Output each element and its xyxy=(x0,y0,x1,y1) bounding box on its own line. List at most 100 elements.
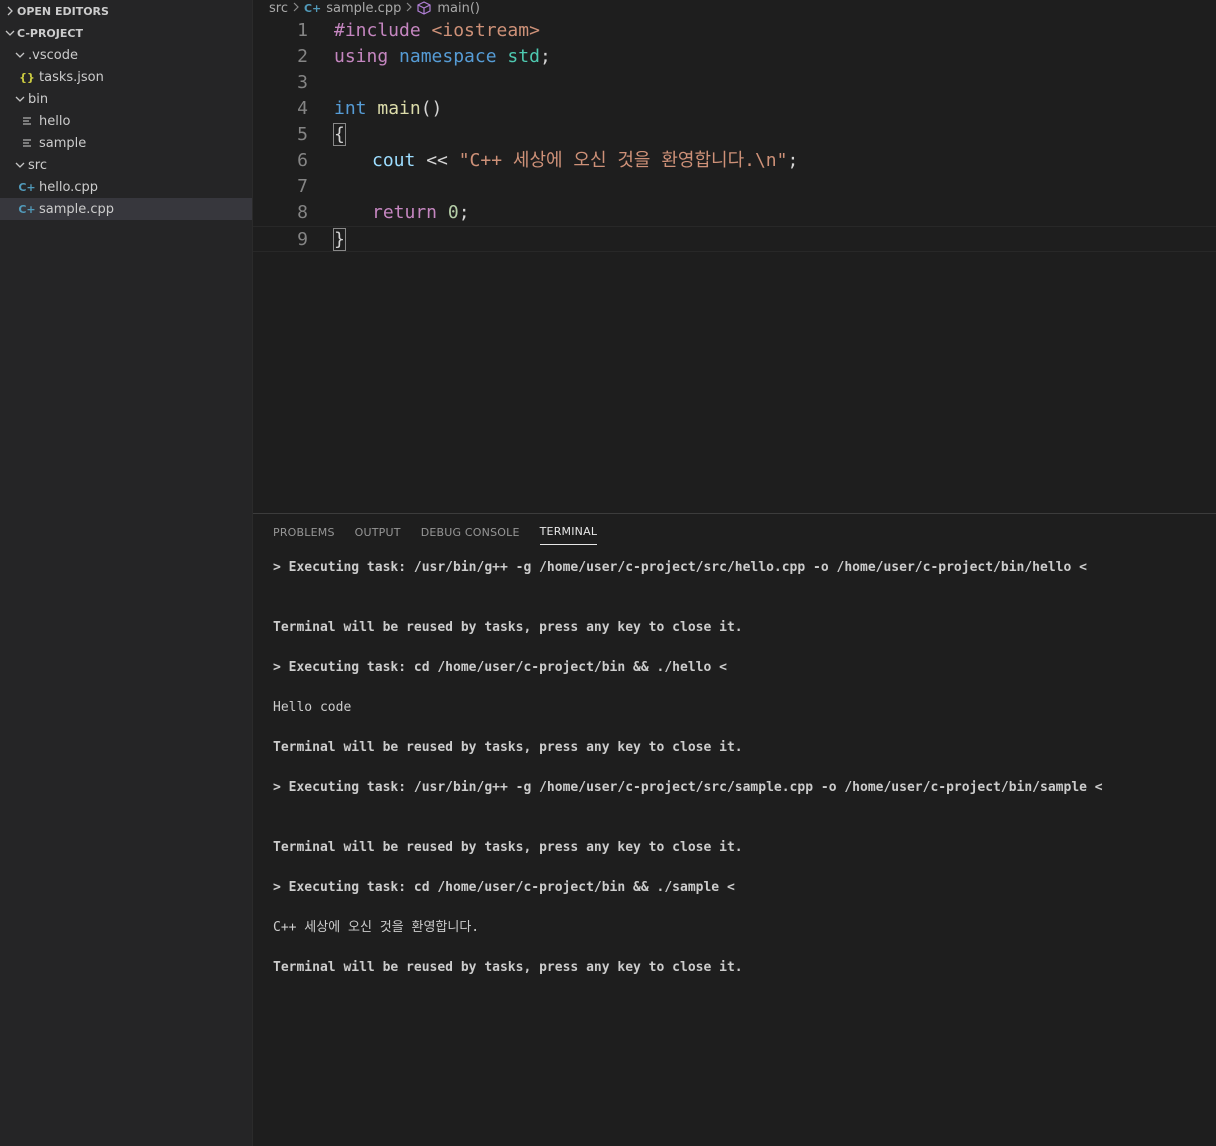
identifier: cout xyxy=(372,150,416,171)
terminal-line: Terminal will be reused by tasks, press … xyxy=(273,960,743,975)
punctuation: ; xyxy=(539,46,551,67)
line-number: 3 xyxy=(297,72,308,93)
line-number: 4 xyxy=(297,98,308,119)
terminal-line: C++ 세상에 오신 것을 환영합니다. xyxy=(273,920,480,935)
code-line: 3 xyxy=(253,70,1216,96)
chevron-down-icon xyxy=(3,29,17,37)
tree-label: bin xyxy=(28,91,49,107)
punctuation: ; xyxy=(458,202,470,223)
cpp-file-icon: C+ xyxy=(18,180,36,194)
line-number: 2 xyxy=(297,46,308,67)
breadcrumb: src C+ sample.cpp main() xyxy=(253,0,1216,16)
code-line: 1 #include <iostream> xyxy=(253,18,1216,44)
terminal-line: Hello code xyxy=(273,700,352,715)
breadcrumb-symbol[interactable]: main() xyxy=(437,1,480,16)
keyword: namespace xyxy=(399,46,497,67)
cpp-file-icon: C+ xyxy=(18,202,36,216)
operator: << xyxy=(415,150,459,171)
terminal-line: Terminal will be reused by tasks, press … xyxy=(273,740,743,755)
header-name: <iostream> xyxy=(420,20,540,41)
tree-file-tasks-json[interactable]: {} tasks.json xyxy=(0,66,252,88)
line-number: 6 xyxy=(297,150,308,171)
tree-file-hello[interactable]: hello xyxy=(0,110,252,132)
panel-tabs: PROBLEMS OUTPUT DEBUG CONSOLE TERMINAL xyxy=(253,514,1216,550)
tree-label: src xyxy=(28,157,47,173)
tab-problems[interactable]: PROBLEMS xyxy=(273,519,335,545)
cpp-file-icon: C+ xyxy=(303,1,322,15)
json-file-icon: {} xyxy=(19,70,35,84)
breadcrumb-folder[interactable]: src xyxy=(269,1,288,16)
tree-label: hello xyxy=(39,113,71,129)
bottom-panel: PROBLEMS OUTPUT DEBUG CONSOLE TERMINAL >… xyxy=(253,513,1216,1146)
terminal-line: > Executing task: /usr/bin/g++ -g /home/… xyxy=(273,780,1103,795)
number-literal: 0 xyxy=(447,202,459,223)
line-number: 8 xyxy=(297,202,308,223)
tree-file-hello-cpp[interactable]: C+ hello.cpp xyxy=(0,176,252,198)
function-name: main xyxy=(377,98,421,119)
tab-debug-console[interactable]: DEBUG CONSOLE xyxy=(421,519,520,545)
keyword: using xyxy=(334,46,389,67)
tree-file-sample-cpp[interactable]: C+ sample.cpp xyxy=(0,198,252,220)
terminal-line: > Executing task: cd /home/user/c-projec… xyxy=(273,880,735,895)
line-number: 7 xyxy=(297,176,308,197)
tab-terminal[interactable]: TERMINAL xyxy=(539,519,598,545)
chevron-down-icon xyxy=(12,161,28,169)
matching-brace: { xyxy=(333,123,346,146)
terminal-output[interactable]: > Executing task: /usr/bin/g++ -g /home/… xyxy=(273,558,1206,978)
terminal-line: > Executing task: /usr/bin/g++ -g /home/… xyxy=(273,560,1087,575)
open-editors-header[interactable]: OPEN EDITORS xyxy=(0,0,252,22)
tree-label: .vscode xyxy=(28,47,78,63)
type-keyword: int xyxy=(334,98,367,119)
keyword: return xyxy=(372,202,438,223)
tree-folder-bin[interactable]: bin xyxy=(0,88,252,110)
binary-file-icon xyxy=(18,138,36,148)
tree-file-sample[interactable]: sample xyxy=(0,132,252,154)
chevron-right-icon xyxy=(3,6,17,16)
code-line: 4 int main() xyxy=(253,96,1216,122)
chevron-down-icon xyxy=(12,51,28,59)
open-editors-label: OPEN EDITORS xyxy=(17,4,109,18)
breadcrumb-file[interactable]: sample.cpp xyxy=(326,1,401,16)
chevron-down-icon xyxy=(12,95,28,103)
tree-label: tasks.json xyxy=(39,69,104,85)
tab-output[interactable]: OUTPUT xyxy=(355,519,401,545)
tree-label: sample xyxy=(39,135,87,151)
method-cube-icon xyxy=(417,1,431,15)
code-editor[interactable]: 1 #include <iostream> 2 using namespace … xyxy=(253,18,1216,512)
code-line: 7 xyxy=(253,174,1216,200)
code-line: 8 return 0; xyxy=(253,200,1216,226)
tree-folder-src[interactable]: src xyxy=(0,154,252,176)
tree-folder-vscode[interactable]: .vscode xyxy=(0,44,252,66)
terminal-line: > Executing task: cd /home/user/c-projec… xyxy=(273,660,727,675)
string-literal: "C++ 세상에 오신 것을 환영합니다.\n" xyxy=(458,150,788,171)
line-number: 1 xyxy=(297,20,308,41)
terminal-line: Terminal will be reused by tasks, press … xyxy=(273,840,743,855)
code-line: 2 using namespace std; xyxy=(253,44,1216,70)
chevron-right-icon xyxy=(293,1,299,16)
matching-brace: } xyxy=(333,228,346,251)
namespace-name: std xyxy=(507,46,540,67)
punctuation: ; xyxy=(787,150,799,171)
project-header[interactable]: C-PROJECT xyxy=(0,22,252,44)
code-line: 5 { xyxy=(253,122,1216,148)
project-label: C-PROJECT xyxy=(17,26,83,40)
terminal-line: Terminal will be reused by tasks, press … xyxy=(273,620,743,635)
tree-label: hello.cpp xyxy=(39,179,98,195)
line-number: 9 xyxy=(297,229,308,250)
include-directive: #include xyxy=(334,20,421,41)
code-line: 6 cout << "C++ 세상에 오신 것을 환영합니다.\n"; xyxy=(253,148,1216,174)
code-line-current: 9 } xyxy=(253,226,1216,252)
chevron-right-icon xyxy=(406,1,413,16)
